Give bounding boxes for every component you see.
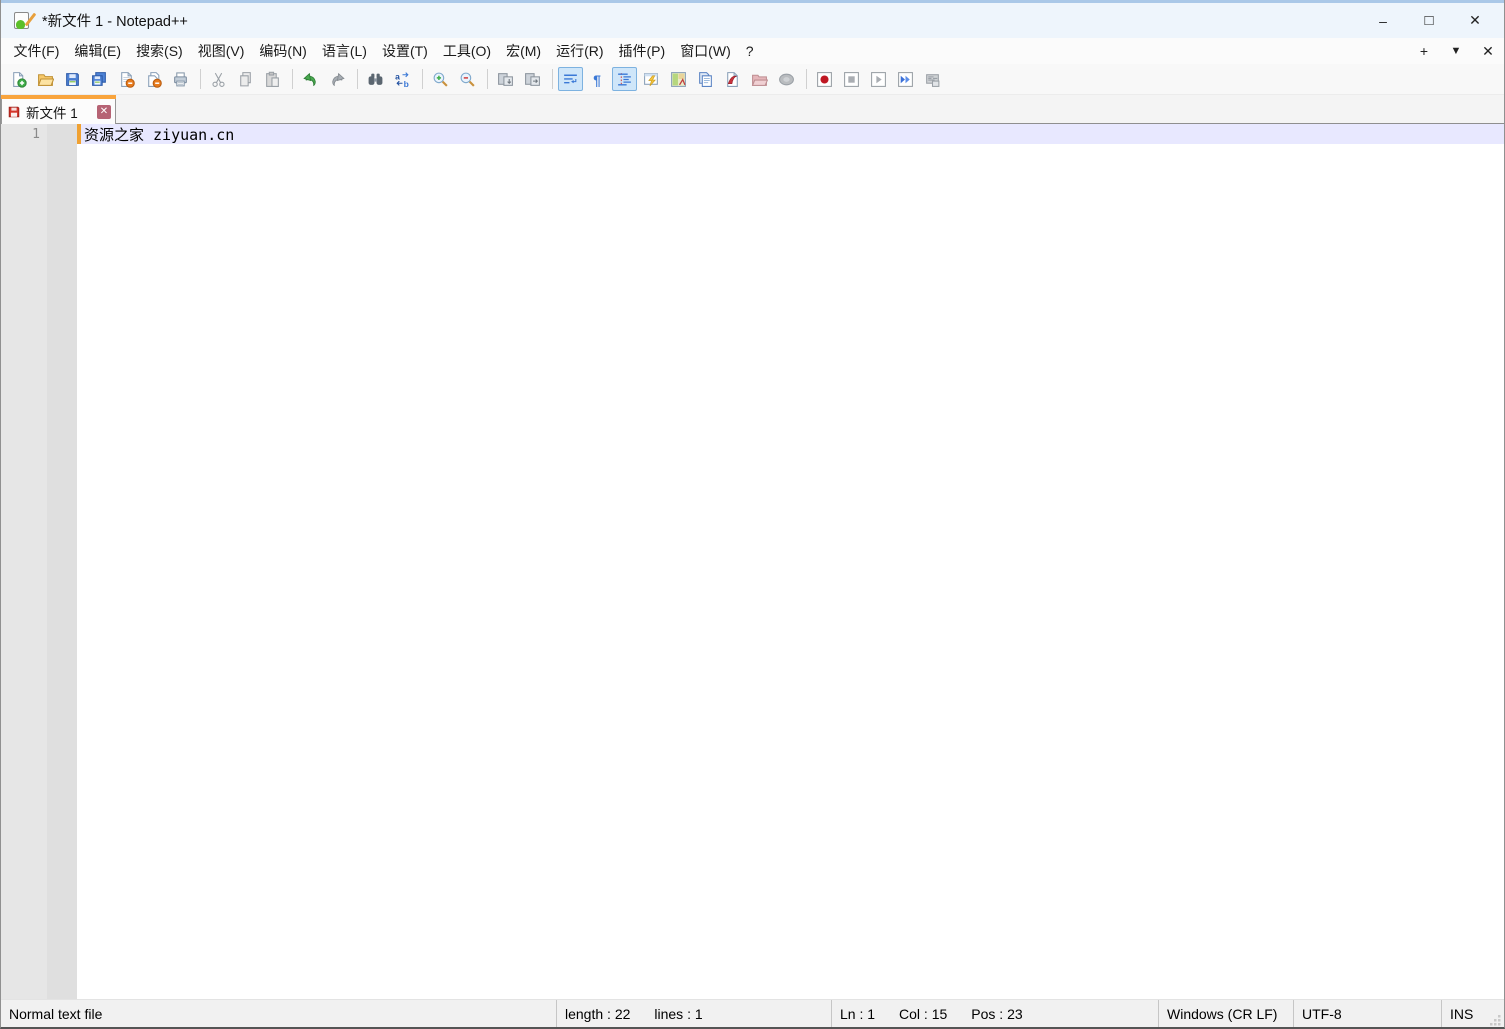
- save-macro-button: [920, 67, 945, 91]
- file-browser-button[interactable]: [720, 67, 745, 91]
- sync-horizontal-scroll-button: [520, 67, 545, 91]
- menu-search[interactable]: 搜索(S): [129, 39, 191, 64]
- show-all-characters-button[interactable]: ¶: [585, 67, 610, 91]
- menu-tools[interactable]: 工具(O): [435, 39, 498, 64]
- redo-button: [325, 67, 350, 91]
- toolbar-separator: [487, 69, 488, 89]
- tab-new-file-1[interactable]: 新文件 1 ✕: [1, 95, 116, 124]
- status-eol-format[interactable]: Windows (CR LF): [1158, 1000, 1293, 1027]
- resize-grip[interactable]: [1488, 1013, 1502, 1027]
- status-cursor-position: Ln : 1 Col : 15 Pos : 23: [831, 1000, 1158, 1027]
- stop-macro-button: [839, 67, 864, 91]
- status-ln: Ln : 1: [840, 1006, 875, 1022]
- svg-text:b: b: [404, 78, 409, 87]
- close-tab-button[interactable]: ✕: [1472, 43, 1504, 60]
- monitoring-button: [774, 67, 799, 91]
- status-pos: Pos : 23: [971, 1006, 1022, 1022]
- menu-bar: 文件(F) 编辑(E) 搜索(S) 视图(V) 编码(N) 语言(L) 设置(T…: [1, 38, 1504, 64]
- toolbar-separator: [552, 69, 553, 89]
- cut-button: [206, 67, 231, 91]
- close-file-button[interactable]: [114, 67, 139, 91]
- ins-label[interactable]: INS: [1450, 1006, 1473, 1022]
- function-list-button[interactable]: [639, 67, 664, 91]
- menu-window[interactable]: 窗口(W): [673, 39, 739, 64]
- line-text[interactable]: 资源之家 ziyuan.cn: [81, 124, 1504, 144]
- show-indent-guide-button[interactable]: [612, 67, 637, 91]
- tab-label: 新文件 1: [26, 102, 93, 122]
- print-button[interactable]: [168, 67, 193, 91]
- unsaved-floppy-icon: [7, 105, 21, 119]
- zoom-in-button[interactable]: [428, 67, 453, 91]
- toolbar: ab ¶: [1, 64, 1504, 95]
- zoom-out-button[interactable]: [455, 67, 480, 91]
- tab-list-button[interactable]: ▼: [1440, 45, 1472, 57]
- svg-text:a: a: [395, 71, 400, 81]
- line-number-margin: [1, 124, 47, 999]
- title-bar: *新文件 1 - Notepad++ – □ ✕: [1, 3, 1504, 38]
- tab-close-icon[interactable]: ✕: [97, 105, 111, 119]
- menu-edit[interactable]: 编辑(E): [67, 39, 129, 64]
- status-length-lines: length : 22 lines : 1: [556, 1000, 831, 1027]
- tab-bar: 新文件 1 ✕: [1, 95, 1504, 124]
- toolbar-separator: [806, 69, 807, 89]
- save-file-button[interactable]: [60, 67, 85, 91]
- status-bar: Normal text file length : 22 lines : 1 L…: [1, 999, 1504, 1027]
- minimize-button[interactable]: –: [1360, 3, 1406, 38]
- line-number: 1: [1, 127, 47, 142]
- toolbar-separator: [357, 69, 358, 89]
- notepadpp-logo-icon: [12, 11, 32, 31]
- editor-line-1[interactable]: 1 资源之家 ziyuan.cn: [1, 124, 1504, 144]
- editor-area[interactable]: 1 资源之家 ziyuan.cn: [1, 124, 1504, 999]
- new-file-button[interactable]: [6, 67, 31, 91]
- bookmark-margin[interactable]: [47, 124, 77, 999]
- menu-encoding[interactable]: 编码(N): [252, 39, 314, 64]
- close-button[interactable]: ✕: [1452, 3, 1498, 38]
- save-all-button[interactable]: [87, 67, 112, 91]
- word-wrap-button[interactable]: [558, 67, 583, 91]
- replace-button[interactable]: ab: [390, 67, 415, 91]
- open-file-button[interactable]: [33, 67, 58, 91]
- menu-plugins[interactable]: 插件(P): [611, 39, 673, 64]
- status-insert-mode: INS: [1441, 1000, 1504, 1027]
- status-col: Col : 15: [899, 1006, 947, 1022]
- svg-text:¶: ¶: [593, 71, 601, 87]
- status-encoding[interactable]: UTF-8: [1293, 1000, 1441, 1027]
- menu-help[interactable]: ?: [738, 39, 761, 64]
- run-macro-multiple-button[interactable]: [893, 67, 918, 91]
- folder-as-workspace-button[interactable]: [747, 67, 772, 91]
- window-title: *新文件 1 - Notepad++: [42, 10, 188, 31]
- menu-settings[interactable]: 设置(T): [374, 39, 435, 64]
- paste-button: [260, 67, 285, 91]
- toolbar-separator: [200, 69, 201, 89]
- document-list-button[interactable]: [693, 67, 718, 91]
- record-macro-button[interactable]: [812, 67, 837, 91]
- copy-button: [233, 67, 258, 91]
- notepadpp-window: *新文件 1 - Notepad++ – □ ✕ 文件(F) 编辑(E) 搜索(…: [0, 0, 1505, 1029]
- menu-view[interactable]: 视图(V): [190, 39, 252, 64]
- menu-language[interactable]: 语言(L): [314, 39, 374, 64]
- undo-button[interactable]: [298, 67, 323, 91]
- new-tab-button[interactable]: +: [1408, 43, 1440, 59]
- document-map-button[interactable]: [666, 67, 691, 91]
- maximize-button[interactable]: □: [1406, 3, 1452, 38]
- sync-vertical-scroll-button: [493, 67, 518, 91]
- play-macro-button: [866, 67, 891, 91]
- find-button[interactable]: [363, 67, 388, 91]
- menu-macro[interactable]: 宏(M): [499, 39, 549, 64]
- toolbar-separator: [292, 69, 293, 89]
- close-all-button[interactable]: [141, 67, 166, 91]
- status-length: length : 22: [565, 1006, 630, 1022]
- menu-run[interactable]: 运行(R): [549, 39, 611, 64]
- toolbar-separator: [422, 69, 423, 89]
- status-doc-type: Normal text file: [1, 1000, 556, 1027]
- status-lines: lines : 1: [654, 1006, 702, 1022]
- menu-file[interactable]: 文件(F): [6, 39, 67, 64]
